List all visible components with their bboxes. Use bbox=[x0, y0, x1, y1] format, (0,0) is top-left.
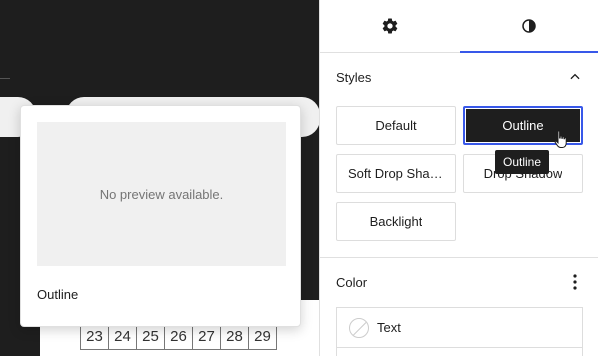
gear-icon bbox=[382, 18, 398, 34]
calendar-day: 23 bbox=[81, 323, 109, 350]
tab-settings[interactable] bbox=[320, 0, 460, 52]
calendar-day: 28 bbox=[221, 323, 249, 350]
style-option-backlight[interactable]: Backlight bbox=[336, 202, 456, 241]
style-option-soft-drop-shadow[interactable]: Soft Drop Shadow bbox=[336, 154, 456, 193]
calendar-day: 27 bbox=[193, 323, 221, 350]
color-item-next[interactable] bbox=[336, 347, 583, 356]
empty-swatch-icon bbox=[349, 317, 369, 338]
panel-divider bbox=[320, 257, 598, 258]
hand-cursor-icon bbox=[554, 130, 567, 148]
preview-style-label: Outline bbox=[37, 287, 79, 302]
color-item-text[interactable]: Text bbox=[336, 307, 583, 347]
calendar-day: 24 bbox=[109, 323, 137, 350]
calendar-day: 26 bbox=[165, 323, 193, 350]
styles-panel-title: Styles bbox=[336, 69, 372, 85]
inspector-tabs bbox=[320, 0, 598, 53]
canvas-separator bbox=[0, 78, 10, 79]
style-tooltip: Outline bbox=[495, 150, 550, 174]
color-panel-header: Color bbox=[336, 272, 583, 292]
block-inspector-sidebar: Styles Default Outline Soft Drop Shadow … bbox=[319, 0, 598, 356]
calendar-day: 29 bbox=[249, 323, 277, 350]
styles-panel-header[interactable]: Styles bbox=[336, 68, 583, 86]
preview-area: No preview available. bbox=[37, 122, 286, 266]
no-preview-text: No preview available. bbox=[99, 186, 224, 202]
color-panel-title: Color bbox=[336, 274, 368, 290]
color-item-label: Text bbox=[377, 320, 401, 335]
contrast-icon bbox=[522, 19, 536, 33]
tab-styles[interactable] bbox=[459, 0, 598, 53]
style-preview-popover: No preview available. Outline bbox=[20, 105, 301, 327]
more-options-icon[interactable] bbox=[567, 272, 583, 292]
style-option-default[interactable]: Default bbox=[336, 106, 456, 145]
chevron-up-icon[interactable] bbox=[567, 69, 583, 85]
calendar-day: 25 bbox=[137, 323, 165, 350]
